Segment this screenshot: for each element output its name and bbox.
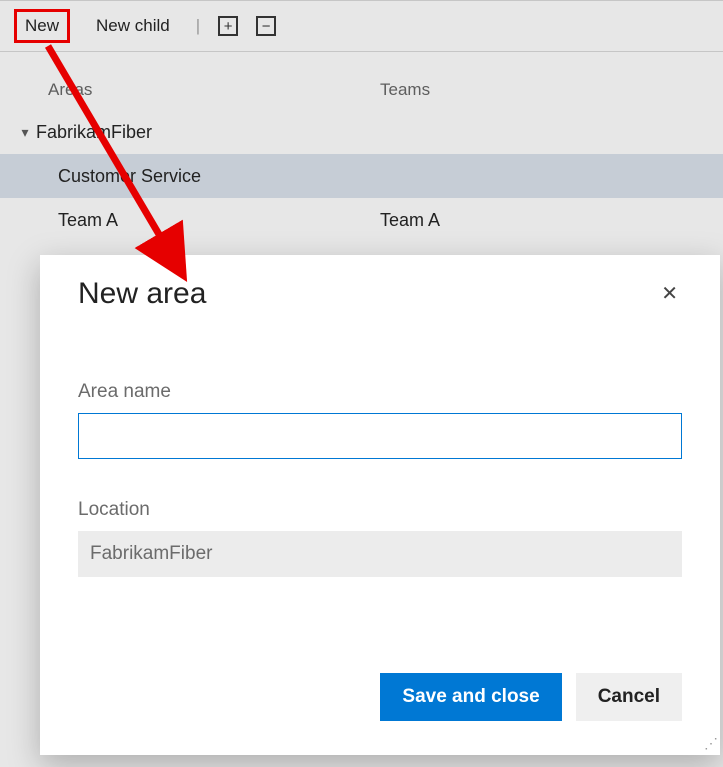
dialog-actions: Save and close Cancel (380, 673, 682, 721)
expand-all-icon[interactable]: + (218, 16, 238, 36)
toolbar: New New child | + − (0, 0, 723, 52)
chevron-down-icon[interactable]: ▾ (14, 124, 36, 141)
collapse-all-icon[interactable]: − (256, 16, 276, 36)
tree-root-row[interactable]: ▾ FabrikamFiber (0, 110, 723, 154)
location-label: Location (78, 499, 682, 521)
areas-tree: ▾ FabrikamFiber Customer Service Team A … (0, 110, 723, 242)
save-and-close-button[interactable]: Save and close (380, 673, 561, 721)
cancel-button[interactable]: Cancel (576, 673, 682, 721)
new-child-button[interactable]: New child (88, 12, 178, 40)
tree-item-label: Customer Service (58, 166, 201, 187)
close-icon[interactable]: ✕ (657, 277, 682, 310)
resize-grip-icon: ⋰ (704, 739, 718, 753)
column-headers: Areas Teams (0, 52, 723, 110)
dialog-title: New area (78, 277, 206, 311)
tree-item-label: Team A (58, 210, 118, 231)
tree-row[interactable]: Team A Team A (0, 198, 723, 242)
area-name-input[interactable] (78, 413, 682, 459)
tree-row[interactable]: Customer Service (0, 154, 723, 198)
toolbar-separator: | (196, 16, 200, 36)
tree-item-team: Team A (380, 210, 723, 231)
area-name-label: Area name (78, 381, 682, 403)
teams-column-header: Teams (380, 80, 723, 100)
new-area-dialog: New area ✕ Area name Location FabrikamFi… (40, 255, 720, 755)
tree-root-label: FabrikamFiber (36, 122, 152, 143)
areas-column-header: Areas (0, 80, 380, 100)
new-button[interactable]: New (14, 9, 70, 43)
location-input[interactable]: FabrikamFiber (78, 531, 682, 577)
